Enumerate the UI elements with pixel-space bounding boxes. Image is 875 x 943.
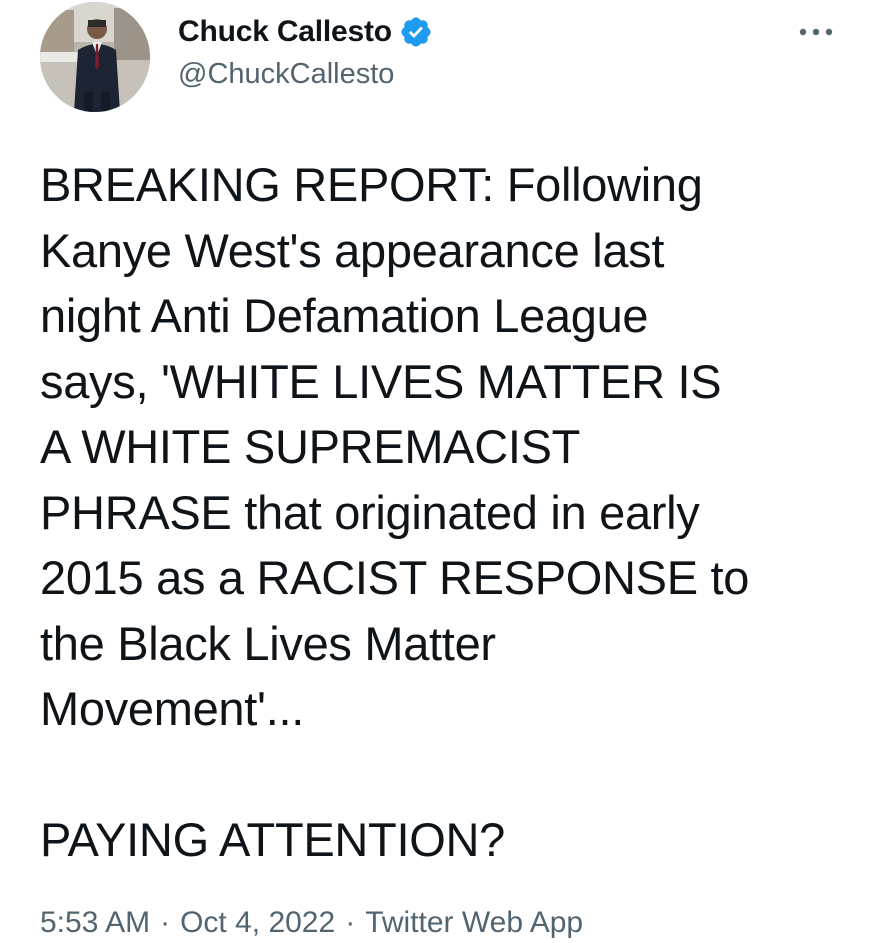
tweet-metadata: 5:53 AM · Oct 4, 2022 · Twitter Web App xyxy=(40,906,583,940)
author-display-name[interactable]: Chuck Callesto xyxy=(178,15,392,49)
author-handle[interactable]: @ChuckCallesto xyxy=(178,58,394,91)
tweet: Chuck Callesto @ChuckCallesto BREAKING R… xyxy=(0,0,875,943)
author-name-row: Chuck Callesto xyxy=(178,12,433,52)
verified-badge-icon xyxy=(399,15,433,49)
meta-separator: · xyxy=(345,906,356,939)
avatar-photo xyxy=(40,2,150,112)
tweet-date[interactable]: Oct 4, 2022 xyxy=(180,906,335,939)
tweet-time[interactable]: 5:53 AM xyxy=(40,906,150,939)
tweet-text: BREAKING REPORT: Following Kanye West's … xyxy=(40,158,750,866)
meta-separator: · xyxy=(160,906,171,939)
more-options-icon[interactable] xyxy=(792,14,840,50)
tweet-source: Twitter Web App xyxy=(365,906,584,939)
avatar[interactable] xyxy=(40,2,150,112)
